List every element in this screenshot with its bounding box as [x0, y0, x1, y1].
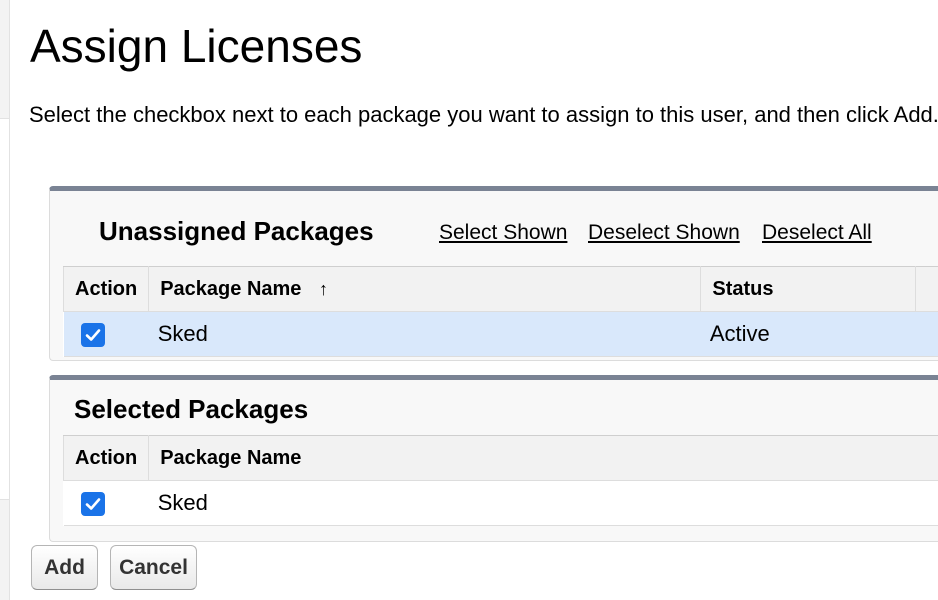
table-header-row: Action Package Name [62, 435, 938, 481]
action-cell [63, 480, 149, 526]
package-checkbox[interactable] [80, 492, 105, 517]
column-header-package-name-label: Package Name [160, 277, 302, 300]
package-checkbox[interactable] [80, 323, 105, 348]
selected-packages-panel: Selected Packages Action Package Name Sk… [49, 375, 938, 542]
cancel-button[interactable]: Cancel [110, 545, 197, 590]
unassigned-packages-table: Action Package Name ↑ Status Sked Active [62, 266, 938, 357]
left-page-edge [0, 0, 10, 600]
unassigned-packages-title: Unassigned Packages [99, 216, 374, 246]
unassigned-packages-panel: Unassigned Packages Select Shown Deselec… [49, 186, 938, 361]
column-header-package-name[interactable]: Package Name ↑ [148, 266, 702, 312]
select-shown-link[interactable]: Select Shown [439, 220, 567, 246]
deselect-all-link[interactable]: Deselect All [762, 220, 872, 246]
left-edge-panel [0, 118, 9, 500]
column-header-extra [914, 266, 938, 312]
checkmark-icon [85, 498, 100, 510]
deselect-shown-link[interactable]: Deselect Shown [588, 220, 740, 246]
column-header-status: Status [700, 266, 916, 312]
unassigned-packages-header: Unassigned Packages Select Shown Deselec… [50, 191, 938, 267]
column-header-action: Action [62, 435, 150, 481]
page-title: Assign Licenses [30, 20, 363, 72]
sort-ascending-arrow-icon: ↑ [318, 278, 328, 299]
selected-packages-table: Action Package Name Sked [62, 435, 938, 526]
column-header-action: Action [62, 266, 150, 312]
extra-cell [915, 311, 938, 357]
table-header-row: Action Package Name ↑ Status [62, 266, 938, 312]
assign-licenses-page: Assign Licenses Select the checkbox next… [0, 0, 938, 600]
table-row: Sked [63, 480, 938, 526]
column-header-package-name: Package Name [148, 435, 938, 481]
instructions-text: Select the checkbox next to each package… [29, 102, 938, 127]
package-name-cell: Sked [148, 311, 701, 357]
action-cell [63, 311, 149, 357]
status-cell: Active [700, 311, 916, 357]
checkmark-icon [85, 329, 100, 341]
package-name-cell: Sked [148, 480, 938, 526]
add-button[interactable]: Add [31, 545, 98, 590]
table-row: Sked Active [63, 311, 938, 357]
selected-packages-title: Selected Packages [74, 394, 309, 424]
